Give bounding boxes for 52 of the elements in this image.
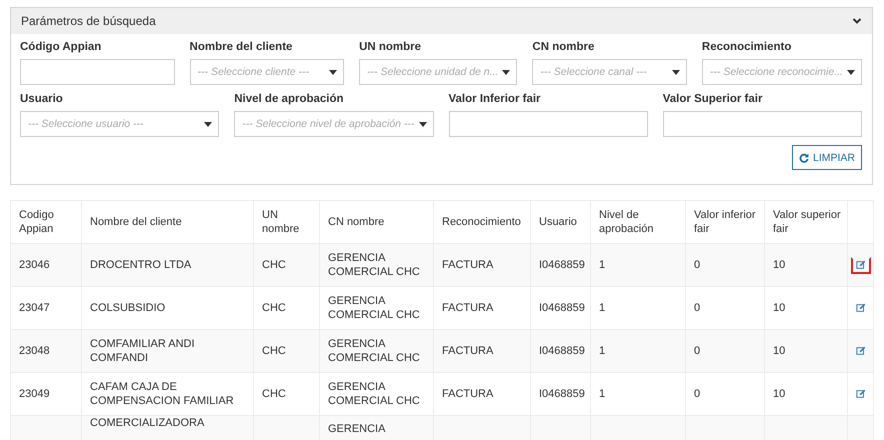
input-field[interactable] bbox=[20, 59, 175, 85]
table-cell: 0 bbox=[686, 244, 764, 286]
table-cell: CHC bbox=[254, 330, 320, 372]
field-label: Nombre del cliente bbox=[190, 40, 294, 54]
caret-icon bbox=[502, 70, 510, 74]
table-cell: GERENCIA bbox=[320, 416, 434, 440]
dropdown-field[interactable]: --- Seleccione canal --- bbox=[532, 59, 687, 85]
input-field[interactable] bbox=[662, 111, 862, 137]
panel-title: Parámetros de búsqueda bbox=[21, 14, 156, 28]
table-cell: COMFAMILIAR ANDI COMFANDI bbox=[82, 330, 254, 372]
field-label: Valor Superior fair bbox=[662, 92, 764, 106]
table-cell: COMERCIALIZADORA bbox=[82, 416, 254, 440]
field-label: CN nombre bbox=[532, 40, 596, 54]
dropdown-field[interactable]: --- Seleccione unidad de n... bbox=[359, 59, 518, 85]
table-cell: I0468859 bbox=[530, 330, 590, 372]
caret-icon bbox=[329, 70, 338, 74]
table-cell: 23048 bbox=[10, 330, 82, 372]
table-cell: 10 bbox=[764, 244, 848, 286]
caret-icon bbox=[204, 122, 212, 126]
dropdown-field[interactable]: --- Seleccione cliente --- bbox=[190, 59, 344, 85]
caret-icon bbox=[672, 70, 680, 74]
refresh-icon bbox=[798, 152, 809, 162]
table-cell: DROCENTRO LTDA bbox=[82, 244, 254, 286]
field-label: Código Appian bbox=[20, 40, 102, 54]
caret-icon bbox=[418, 122, 426, 126]
table-cell: GERENCIA COMERCIAL CHC bbox=[320, 244, 434, 286]
column-header: Codigo Appian bbox=[10, 200, 82, 244]
field-label: Valor Inferior fair bbox=[448, 92, 542, 106]
table-cell: 1 bbox=[590, 330, 686, 372]
table-cell: CHC bbox=[254, 244, 320, 286]
field-label: Reconocimiento bbox=[702, 40, 792, 54]
dropdown-field[interactable]: --- Seleccione reconocimie... bbox=[702, 59, 862, 85]
clear-button[interactable]: LIMPIAR bbox=[792, 145, 862, 170]
panel-header[interactable]: Parámetros de búsqueda bbox=[11, 8, 872, 34]
input-field[interactable] bbox=[448, 111, 648, 137]
chevron-icon[interactable] bbox=[852, 16, 862, 26]
table-cell: FACTURA bbox=[434, 330, 530, 372]
table-cell: 1 bbox=[590, 244, 686, 286]
table-cell: 10 bbox=[764, 330, 848, 372]
field-label: UN nombre bbox=[359, 40, 422, 54]
dropdown-field[interactable]: --- Seleccione usuario --- bbox=[20, 111, 220, 137]
field-label: Nivel de aprobación bbox=[234, 92, 345, 106]
table-cell: FACTURA bbox=[434, 244, 530, 286]
field-label: Usuario bbox=[20, 92, 64, 106]
dropdown-field[interactable]: --- Seleccione nivel de aprobación --- bbox=[234, 111, 434, 137]
table-cell: GERENCIA COMERCIAL CHC bbox=[320, 330, 434, 372]
caret-icon bbox=[846, 70, 855, 74]
table-cell: 23046 bbox=[10, 244, 82, 286]
edit-icon[interactable] bbox=[850, 256, 870, 274]
column-header: Nombre del cliente bbox=[82, 200, 254, 244]
table-cell: 0 bbox=[686, 330, 764, 372]
table-cell: I0468859 bbox=[530, 244, 590, 286]
